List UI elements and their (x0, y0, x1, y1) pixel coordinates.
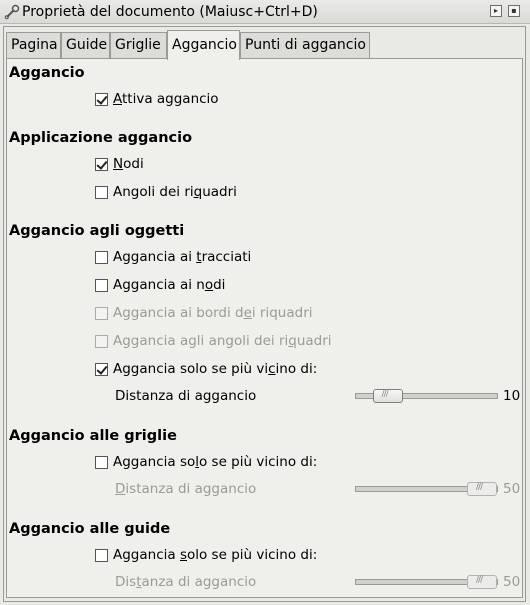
window-title: Proprietà del documento (Maiusc+Ctrl+D) (22, 4, 318, 20)
guides-distance-label: Distanza di aggancio (115, 574, 257, 590)
checkbox-label: Aggancia solo se più vicino di: (113, 454, 318, 470)
slider-handle[interactable] (372, 389, 403, 403)
tab-label: Guide (66, 37, 108, 53)
tab-label: Griglie (115, 37, 161, 53)
slider-handle[interactable] (467, 482, 497, 496)
objects-distance-label: Distanza di aggancio (115, 388, 257, 404)
checkbox-label: Aggancia ai bordi dei riquadri (113, 305, 313, 321)
heading-aggancio-oggetti: Aggancio agli oggetti (9, 223, 185, 239)
title-bar: Proprietà del documento (Maiusc+Ctrl+D) … (0, 0, 530, 24)
heading-aggancio: Aggancio (9, 65, 85, 81)
checkbox-label: Aggancia solo se più vicino di: (113, 361, 318, 377)
checkbox-box (95, 307, 108, 320)
close-icon[interactable]: ▪ (508, 5, 520, 17)
checkbox-box[interactable] (95, 456, 108, 469)
checkbox-box[interactable] (95, 251, 108, 264)
checkbox-label: Aggancia agli angoli dei riquadri (113, 333, 332, 349)
checkbox-box[interactable] (95, 279, 108, 292)
checkbox-label: Attiva aggancio (113, 91, 219, 107)
checkbox-label: Nodi (113, 156, 144, 172)
checkbox-box (95, 335, 108, 348)
tab-label: Pagina (11, 37, 58, 53)
shade-button[interactable]: ▸ (490, 5, 502, 17)
tab-pagina[interactable]: Pagina (6, 32, 61, 58)
tab-guide[interactable]: Guide (61, 32, 110, 58)
heading-aggancio-griglie: Aggancio alle griglie (9, 428, 177, 444)
checkbox-box[interactable] (95, 93, 108, 106)
checkbox-box[interactable] (95, 549, 108, 562)
tab-griglie[interactable]: Griglie (110, 32, 167, 58)
guides-distance-slider[interactable] (355, 575, 498, 589)
heading-aggancio-guide: Aggancio alle guide (9, 521, 171, 537)
tab-punti-di-aggancio[interactable]: Punti di aggancio (240, 32, 370, 58)
checkbox-box[interactable] (95, 363, 108, 376)
heading-applicazione-aggancio: Applicazione aggancio (9, 130, 193, 146)
objects-distance-value: 10 (503, 388, 521, 404)
tab-label: Punti di aggancio (245, 37, 366, 53)
checkbox-box[interactable] (95, 186, 108, 199)
checkbox-label: Aggancia ai tracciati (113, 249, 252, 265)
guides-distance-value: 50 (503, 574, 521, 590)
tab-aggancio[interactable]: Aggancio (167, 30, 240, 60)
objects-distance-slider[interactable] (355, 389, 498, 403)
checkbox-label: Angoli dei riquadri (113, 184, 237, 200)
checkbox-label: Aggancia ai nodi (113, 277, 226, 293)
grids-distance-value: 50 (503, 481, 521, 497)
checkbox-label: Aggancia solo se più vicino di: (113, 547, 318, 563)
tab-label: Aggancio (172, 37, 237, 53)
checkbox-box[interactable] (95, 158, 108, 171)
grids-distance-label: Distanza di aggancio (115, 481, 257, 497)
wrench-icon (4, 4, 20, 20)
grids-distance-slider[interactable] (355, 482, 498, 496)
slider-handle[interactable] (467, 575, 497, 589)
